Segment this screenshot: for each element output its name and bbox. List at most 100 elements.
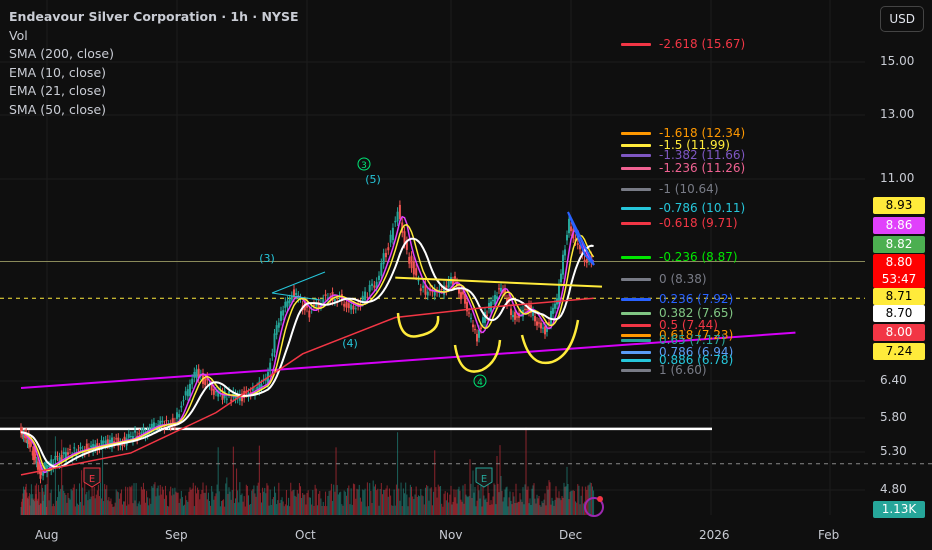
time-axis-label: 2026: [699, 528, 730, 542]
candle: [343, 303, 346, 307]
candle: [333, 298, 336, 302]
candle: [212, 388, 215, 395]
candle: [384, 252, 387, 258]
candle: [204, 378, 207, 385]
candle: [345, 301, 348, 308]
candle: [60, 454, 63, 460]
candle: [186, 389, 189, 397]
fib-line-swatch: [621, 368, 651, 372]
candle: [54, 455, 57, 461]
time-axis-label: Feb: [818, 528, 840, 542]
candle: [134, 430, 137, 433]
indicator-ema10[interactable]: EMA (10, close): [9, 64, 299, 83]
indicator-vol[interactable]: Vol: [9, 27, 299, 46]
fib-label: 1 (6.60): [659, 363, 707, 377]
candle: [228, 391, 230, 394]
candle: [536, 321, 538, 326]
candle: [570, 226, 572, 232]
candle: [482, 317, 484, 323]
fib-line-swatch: [621, 187, 651, 191]
candle: [286, 300, 289, 307]
candle: [193, 372, 196, 378]
indicator-ema21[interactable]: EMA (21, close): [9, 82, 299, 101]
candle: [102, 441, 105, 443]
candle: [180, 405, 183, 408]
candle: [161, 420, 164, 423]
candle: [422, 285, 425, 288]
earnings-label: E: [481, 474, 487, 485]
candle: [398, 204, 401, 220]
candle: [526, 309, 528, 311]
wave-label: 4: [477, 378, 483, 388]
bar-countdown: 53:47: [881, 272, 917, 286]
wave-label: 3: [361, 161, 367, 171]
candle: [412, 261, 415, 275]
candle: [282, 310, 285, 316]
fib-line-swatch: [621, 255, 651, 259]
fib-label: -1 (10.64): [659, 182, 719, 196]
indicator-sma50[interactable]: SMA (50, close): [9, 101, 299, 120]
candle: [512, 314, 514, 318]
fib-label: -2.618 (15.67): [659, 37, 746, 51]
candle: [62, 451, 65, 455]
candle: [142, 428, 145, 433]
candle: [140, 432, 143, 434]
time-axis-label: Nov: [439, 528, 463, 542]
fib-level: -0.618 (9.71): [621, 216, 738, 230]
price-tag: 8.82: [873, 236, 925, 253]
candle: [576, 243, 579, 245]
candle: [417, 280, 420, 282]
fib-level: -1.382 (11.66): [621, 148, 745, 162]
price-tag: 7.24: [873, 343, 925, 360]
candle: [440, 288, 443, 290]
currency-button[interactable]: USD: [880, 6, 924, 32]
candle: [85, 443, 88, 450]
candle: [271, 353, 274, 357]
candle: [79, 446, 82, 449]
candle: [225, 398, 228, 400]
candle: [69, 449, 72, 451]
candle: [447, 280, 450, 288]
wave-label: (4): [342, 337, 358, 350]
indicator-sma200[interactable]: SMA (200, close): [9, 45, 299, 64]
candle: [516, 316, 518, 318]
candle: [171, 418, 174, 424]
price-axis-label: 13.00: [880, 107, 915, 121]
candle: [538, 322, 540, 324]
candle: [138, 433, 141, 435]
candle: [100, 440, 103, 446]
candle: [566, 234, 568, 241]
candle: [460, 292, 462, 300]
volume-tag: 1.13K: [873, 501, 925, 518]
symbol-title[interactable]: Endeavour Silver Corporation · 1h · NYSE: [9, 8, 299, 27]
time-axis-label: Oct: [295, 528, 316, 542]
fib-label: -0.236 (8.87): [659, 250, 738, 264]
candle: [468, 312, 470, 314]
fib-label: -1.382 (11.66): [659, 148, 746, 162]
candle: [73, 447, 76, 449]
candle: [492, 300, 494, 302]
candle: [77, 449, 80, 451]
candle: [470, 317, 472, 319]
notification-dot: [597, 496, 603, 502]
candle: [396, 211, 399, 222]
candle: [352, 305, 355, 310]
candle: [514, 312, 516, 320]
candle: [554, 303, 556, 309]
candle: [165, 420, 168, 422]
candle: [510, 308, 512, 316]
price-axis-label: 11.00: [880, 171, 915, 185]
candle: [454, 276, 456, 279]
fib-line-swatch: [621, 311, 651, 315]
fib-line-swatch: [621, 221, 651, 225]
candle: [534, 315, 536, 322]
candle: [585, 259, 588, 264]
fib-level: -2.618 (15.67): [621, 37, 745, 51]
candle: [354, 308, 357, 310]
earnings-label: E: [89, 474, 95, 485]
candle: [129, 435, 132, 437]
candle: [544, 326, 546, 335]
candle: [382, 253, 385, 265]
candle: [583, 259, 586, 262]
candle: [34, 453, 37, 459]
